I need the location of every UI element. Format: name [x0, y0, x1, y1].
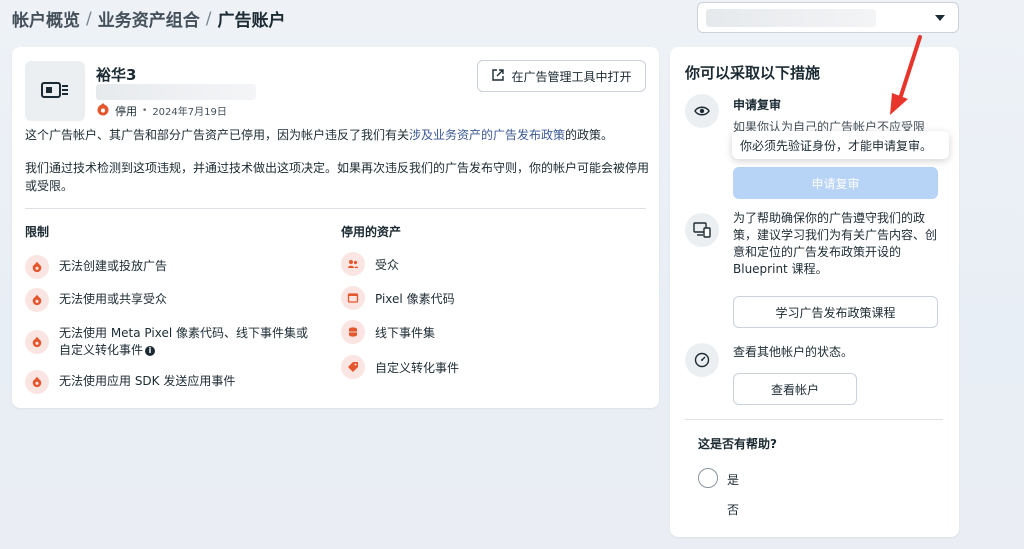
verify-identity-tooltip: 你必须先验证身份，才能申请复审。 — [732, 131, 949, 159]
eye-icon — [685, 94, 719, 128]
breadcrumb-separator: / — [205, 8, 212, 29]
open-in-ads-manager-label: 在广告管理工具中打开 — [511, 69, 632, 84]
database-icon — [341, 320, 365, 344]
external-link-icon — [491, 68, 505, 85]
restriction-item: 无法创建或投放广告 — [25, 255, 167, 279]
learn-policy-course-button[interactable]: 学习广告发布政策课程 — [733, 296, 938, 328]
view-accounts-button[interactable]: 查看帐户 — [733, 373, 857, 405]
restriction-label: 无法使用 Meta Pixel 像素代码、线下事件集或 — [59, 326, 308, 340]
restriction-item: 无法使用或共享受众 — [25, 288, 167, 312]
feedback-yes-label[interactable]: 是 — [727, 471, 739, 488]
view-accounts-description: 查看其他帐户的状态。 — [733, 345, 854, 359]
open-in-ads-manager-button[interactable]: 在广告管理工具中打开 — [477, 60, 646, 92]
breadcrumb-business-portfolio[interactable]: 业务资产组合 — [98, 6, 200, 31]
status-error-icon — [96, 102, 110, 119]
pixel-icon — [341, 286, 365, 310]
breadcrumb-account-overview[interactable]: 帐户概览 — [12, 6, 80, 31]
disabled-asset-item: 自定义转化事件 — [341, 355, 459, 379]
disabled-asset-item: 受众 — [341, 252, 399, 276]
feedback-yes-radio[interactable] — [698, 468, 718, 488]
disabled-asset-item: 线下事件集 — [341, 320, 435, 344]
gauge-icon — [685, 343, 719, 377]
devices-icon — [685, 213, 719, 247]
chevron-down-icon — [935, 15, 945, 21]
status-date: 2024年7月19日 — [152, 107, 227, 118]
restrictions-title: 限制 — [25, 225, 50, 239]
asset-label: 受众 — [375, 257, 400, 272]
restriction-label: 无法使用应用 SDK 发送应用事件 — [59, 374, 236, 388]
breadcrumb-ad-account: 广告账户 — [217, 11, 286, 31]
info-icon[interactable]: i — [145, 345, 156, 356]
request-review-button[interactable]: 申请复审 — [733, 167, 938, 199]
feedback-no-label[interactable]: 否 — [727, 501, 739, 518]
restriction-label: 无法使用或共享受众 — [59, 292, 168, 306]
restriction-error-icon — [25, 330, 49, 354]
blueprint-description: 为了帮助确保你的广告遵守我们的政策，建议学习我们为有关广告内容、创意和定位的广告… — [733, 211, 938, 276]
account-id-redacted — [96, 84, 256, 100]
account-name: 裕华3 — [96, 66, 137, 84]
violation-description: 这个广告帐户、其广告和部分广告资产已停用，因为帐户违反了我们有关涉及业务资产的广… — [25, 126, 650, 144]
restriction-item: 无法使用应用 SDK 发送应用事件 — [25, 370, 235, 394]
policy-link[interactable]: 涉及业务资产的广告发布政策 — [409, 128, 565, 142]
asset-label: Pixel 像素代码 — [375, 291, 455, 306]
asset-label: 自定义转化事件 — [375, 360, 460, 375]
detection-description: 我们通过技术检测到这项违规，并通过技术做出这项决定。如果再次违反我们的广告发布守… — [25, 161, 650, 193]
breadcrumb: 帐户概览 / 业务资产组合 / 广告账户 — [12, 6, 286, 32]
request-review-title: 申请复审 — [733, 98, 782, 112]
restriction-error-icon — [25, 370, 49, 394]
feedback-title: 这是否有帮助? — [698, 437, 777, 451]
restriction-label-multiline: 无法使用 Meta Pixel 像素代码、线下事件集或 自定义转化事件 i — [59, 325, 308, 359]
restriction-item: 无法使用 Meta Pixel 像素代码、线下事件集或 自定义转化事件 i — [25, 325, 308, 359]
disabled-asset-item: Pixel 像素代码 — [341, 286, 455, 310]
breadcrumb-separator: / — [86, 8, 92, 29]
restriction-error-icon — [25, 255, 49, 279]
restriction-label-cont: 自定义转化事件 — [59, 343, 144, 357]
disabled-assets-title: 停用的资产 — [341, 225, 402, 239]
account-selector-redacted — [706, 9, 876, 27]
status-separator: • — [142, 105, 148, 116]
restriction-error-icon — [25, 288, 49, 312]
violation-text-end: 的政策。 — [565, 128, 614, 142]
account-status: 停用 • 2024年7月19日 — [96, 102, 227, 119]
people-icon — [341, 252, 365, 276]
divider — [685, 419, 943, 420]
account-status-card: 裕华3 停用 • 2024年7月19日 在广告管理工具中打开 这个广告帐户、其广… — [12, 47, 659, 408]
actions-card: 你可以采取以下措施 申请复审 如果你认为自己的广告帐户不应受限 申请复审 为了帮… — [670, 47, 959, 537]
actions-title: 你可以采取以下措施 — [685, 64, 821, 82]
account-selector[interactable] — [697, 2, 959, 33]
violation-text: 这个广告帐户、其广告和部分广告资产已停用，因为帐户违反了我们有关 — [25, 128, 410, 142]
divider — [25, 208, 646, 209]
tag-icon — [341, 355, 365, 379]
restriction-label: 无法创建或投放广告 — [59, 259, 168, 273]
asset-label: 线下事件集 — [375, 325, 436, 340]
status-label: 停用 — [115, 104, 137, 118]
ad-account-icon — [25, 61, 85, 121]
